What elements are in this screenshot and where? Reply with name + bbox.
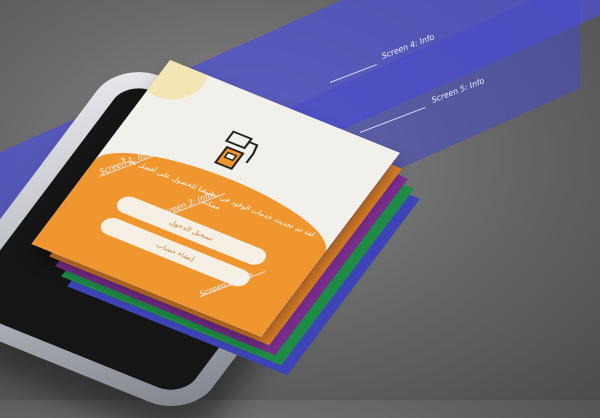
fuel-pump-icon xyxy=(213,130,259,171)
